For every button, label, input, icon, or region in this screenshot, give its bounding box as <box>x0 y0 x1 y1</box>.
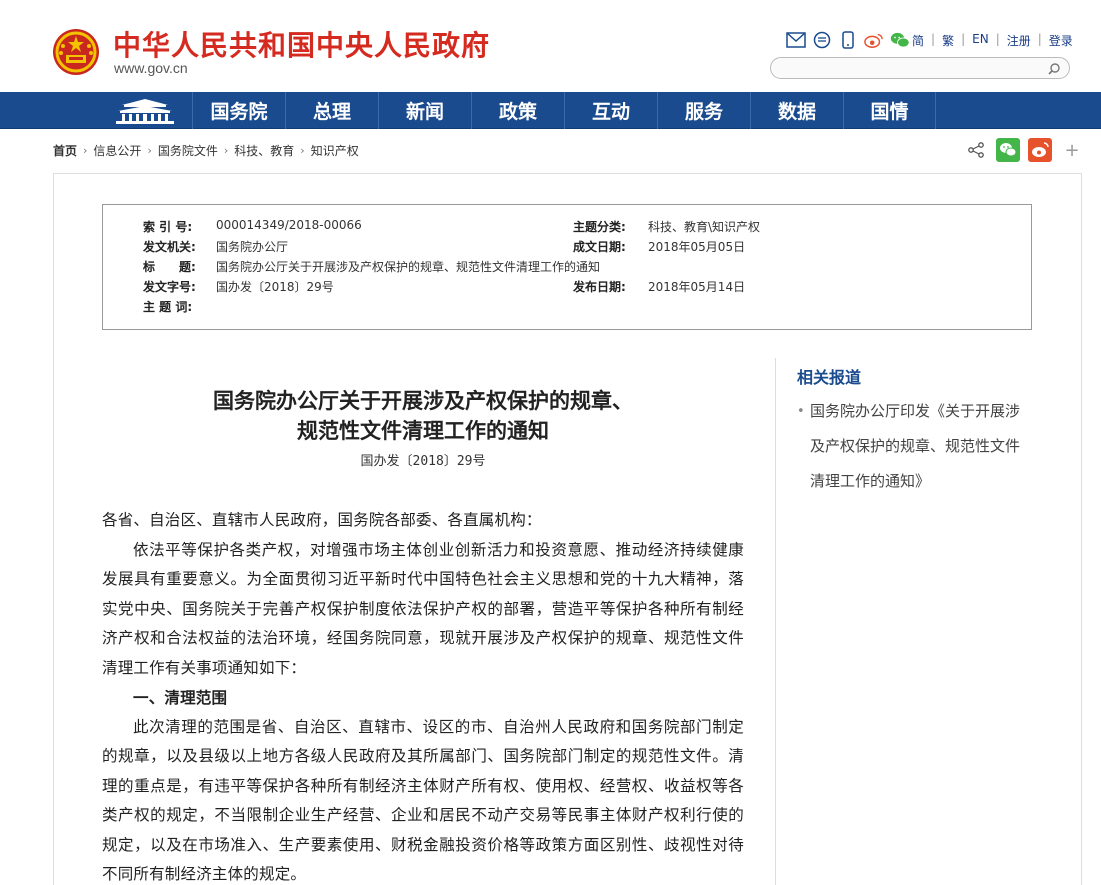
meta-label: 发文机关: <box>143 240 196 254</box>
chevron-right-icon: › <box>223 144 229 157</box>
meta-value: 2018年05月05日 <box>648 240 746 254</box>
home-hall-icon[interactable] <box>100 92 190 129</box>
nav-item-service[interactable]: 服务 <box>657 92 750 129</box>
language-links: 简 | 繁 | EN | 注册 | 登录 <box>912 32 1073 49</box>
mobile-icon[interactable] <box>838 30 858 50</box>
meta-row: 发文字号: 国办发〔2018〕29号 发布日期: 2018年05月14日 <box>103 278 1031 298</box>
meta-row: 主 题 词: <box>103 298 1031 318</box>
section-heading: 一、清理范围 <box>133 688 228 707</box>
meta-value: 科技、教育\知识产权 <box>648 220 761 234</box>
article-salutation: 各省、自治区、直辖市人民政府，国务院各部委、各直属机构： <box>102 511 542 529</box>
chevron-right-icon: › <box>147 144 152 157</box>
meta-value: 2018年05月14日 <box>648 280 746 294</box>
nav-item-policy[interactable]: 政策 <box>471 92 564 129</box>
related-link[interactable]: • 国务院办公厅印发《关于开展涉及产权保护的规章、规范性文件清理工作的通知》 <box>797 394 1027 499</box>
document-metadata-table: 索 引 号: 000014349/2018-00066 主题分类: 科技、教育\… <box>102 204 1032 330</box>
related-link-text: 国务院办公厅印发《关于开展涉及产权保护的规章、规范性文件清理工作的通知》 <box>810 402 1021 490</box>
nav-item-interaction[interactable]: 互动 <box>564 92 657 129</box>
register-link[interactable]: 注册 <box>1007 32 1031 49</box>
breadcrumb-sci-edu[interactable]: 科技、教育 <box>234 142 294 159</box>
separator: | <box>961 32 966 46</box>
breadcrumb-state-council-docs[interactable]: 国务院文件 <box>158 142 218 159</box>
meta-label: 主题分类: <box>573 220 626 234</box>
site-header: 中华人民共和国中央人民政府 www.gov.cn 简 | 繁 | EN | 注册… <box>0 0 1101 92</box>
meta-row: 标 题: 国务院办公厅关于开展涉及产权保护的规章、规范性文件清理工作的通知 <box>103 258 1031 278</box>
more-share-icon[interactable]: + <box>1060 138 1084 162</box>
article-title: 国务院办公厅关于开展涉及产权保护的规章、 规范性文件清理工作的通知 <box>102 386 744 446</box>
meta-label: 主 题 词: <box>143 300 193 314</box>
meta-label: 发文字号: <box>143 280 196 294</box>
search-input[interactable] <box>781 60 1049 76</box>
meta-value: 000014349/2018-00066 <box>216 218 362 232</box>
breadcrumb: 首页 › 信息公开 › 国务院文件 › 科技、教育 › 知识产权 <box>53 142 359 159</box>
separator: | <box>995 32 1000 46</box>
weibo-icon[interactable] <box>864 30 884 50</box>
share-bar: + <box>964 138 1084 162</box>
nav-item-data[interactable]: 数据 <box>750 92 843 129</box>
message-icon[interactable] <box>812 30 832 50</box>
breadcrumb-home[interactable]: 首页 <box>53 142 77 159</box>
meta-label: 成文日期: <box>573 240 626 254</box>
nav-menu: 国务院 总理 新闻 政策 互动 服务 数据 国情 <box>192 92 936 129</box>
mail-icon[interactable] <box>786 30 806 50</box>
meta-value: 国办发〔2018〕29号 <box>216 280 334 294</box>
article-body: 各省、自治区、直辖市人民政府，国务院各部委、各直属机构： 依法平等保护各类产权，… <box>102 506 744 885</box>
national-emblem-icon[interactable] <box>52 28 100 76</box>
site-title[interactable]: 中华人民共和国中央人民政府 <box>113 24 490 64</box>
separator: | <box>1037 32 1042 46</box>
search-icon[interactable] <box>1047 61 1061 75</box>
bullet-icon: • <box>797 404 805 419</box>
wechat-share-icon[interactable] <box>996 138 1020 162</box>
separator: | <box>931 32 936 46</box>
article-title-line: 规范性文件清理工作的通知 <box>297 418 549 443</box>
breadcrumb-info-disclosure[interactable]: 信息公开 <box>93 142 141 159</box>
meta-row: 索 引 号: 000014349/2018-00066 主题分类: 科技、教育\… <box>103 218 1031 238</box>
chevron-right-icon: › <box>300 144 305 157</box>
weibo-share-icon[interactable] <box>1028 138 1052 162</box>
related-list: • 国务院办公厅印发《关于开展涉及产权保护的规章、规范性文件清理工作的通知》 <box>797 394 1027 499</box>
meta-row: 发文机关: 国务院办公厅 成文日期: 2018年05月05日 <box>103 238 1031 258</box>
nav-item-national-info[interactable]: 国情 <box>843 92 936 129</box>
meta-label: 发布日期: <box>573 280 626 294</box>
related-sidebar: 相关报道 • 国务院办公厅印发《关于开展涉及产权保护的规章、规范性文件清理工作的… <box>775 358 1035 885</box>
wechat-icon[interactable] <box>890 30 910 50</box>
meta-label: 索 引 号: <box>143 220 193 234</box>
article-paragraph: 此次清理的范围是省、自治区、直辖市、设区的市、自治州人民政府和国务院部门制定的规… <box>102 717 744 884</box>
login-link[interactable]: 登录 <box>1049 32 1073 49</box>
lang-simplified-link[interactable]: 简 <box>912 32 924 49</box>
article-paragraph: 依法平等保护各类产权，对增强市场主体创业创新活力和投资意愿、推动经济持续健康发展… <box>102 540 744 677</box>
breadcrumb-ip[interactable]: 知识产权 <box>311 142 359 159</box>
sidebar-title: 相关报道 <box>797 368 862 387</box>
main-nav: 国务院 总理 新闻 政策 互动 服务 数据 国情 <box>0 92 1101 129</box>
meta-label: 标 题: <box>143 260 196 274</box>
site-url[interactable]: www.gov.cn <box>114 60 188 76</box>
meta-value: 国务院办公厅 <box>216 240 289 254</box>
nav-item-news[interactable]: 新闻 <box>378 92 471 129</box>
top-icon-bar <box>786 30 910 50</box>
article-title-line: 国务院办公厅关于开展涉及产权保护的规章、 <box>213 388 633 413</box>
article-doc-number: 国办发〔2018〕29号 <box>360 454 486 469</box>
nav-item-state-council[interactable]: 国务院 <box>192 92 285 129</box>
nav-item-premier[interactable]: 总理 <box>285 92 378 129</box>
chevron-right-icon: › <box>83 144 88 157</box>
meta-value: 国务院办公厅关于开展涉及产权保护的规章、规范性文件清理工作的通知 <box>216 260 601 274</box>
lang-english-link[interactable]: EN <box>972 32 989 49</box>
share-icon[interactable] <box>964 138 988 162</box>
lang-traditional-link[interactable]: 繁 <box>942 32 954 49</box>
search-box <box>770 57 1070 79</box>
